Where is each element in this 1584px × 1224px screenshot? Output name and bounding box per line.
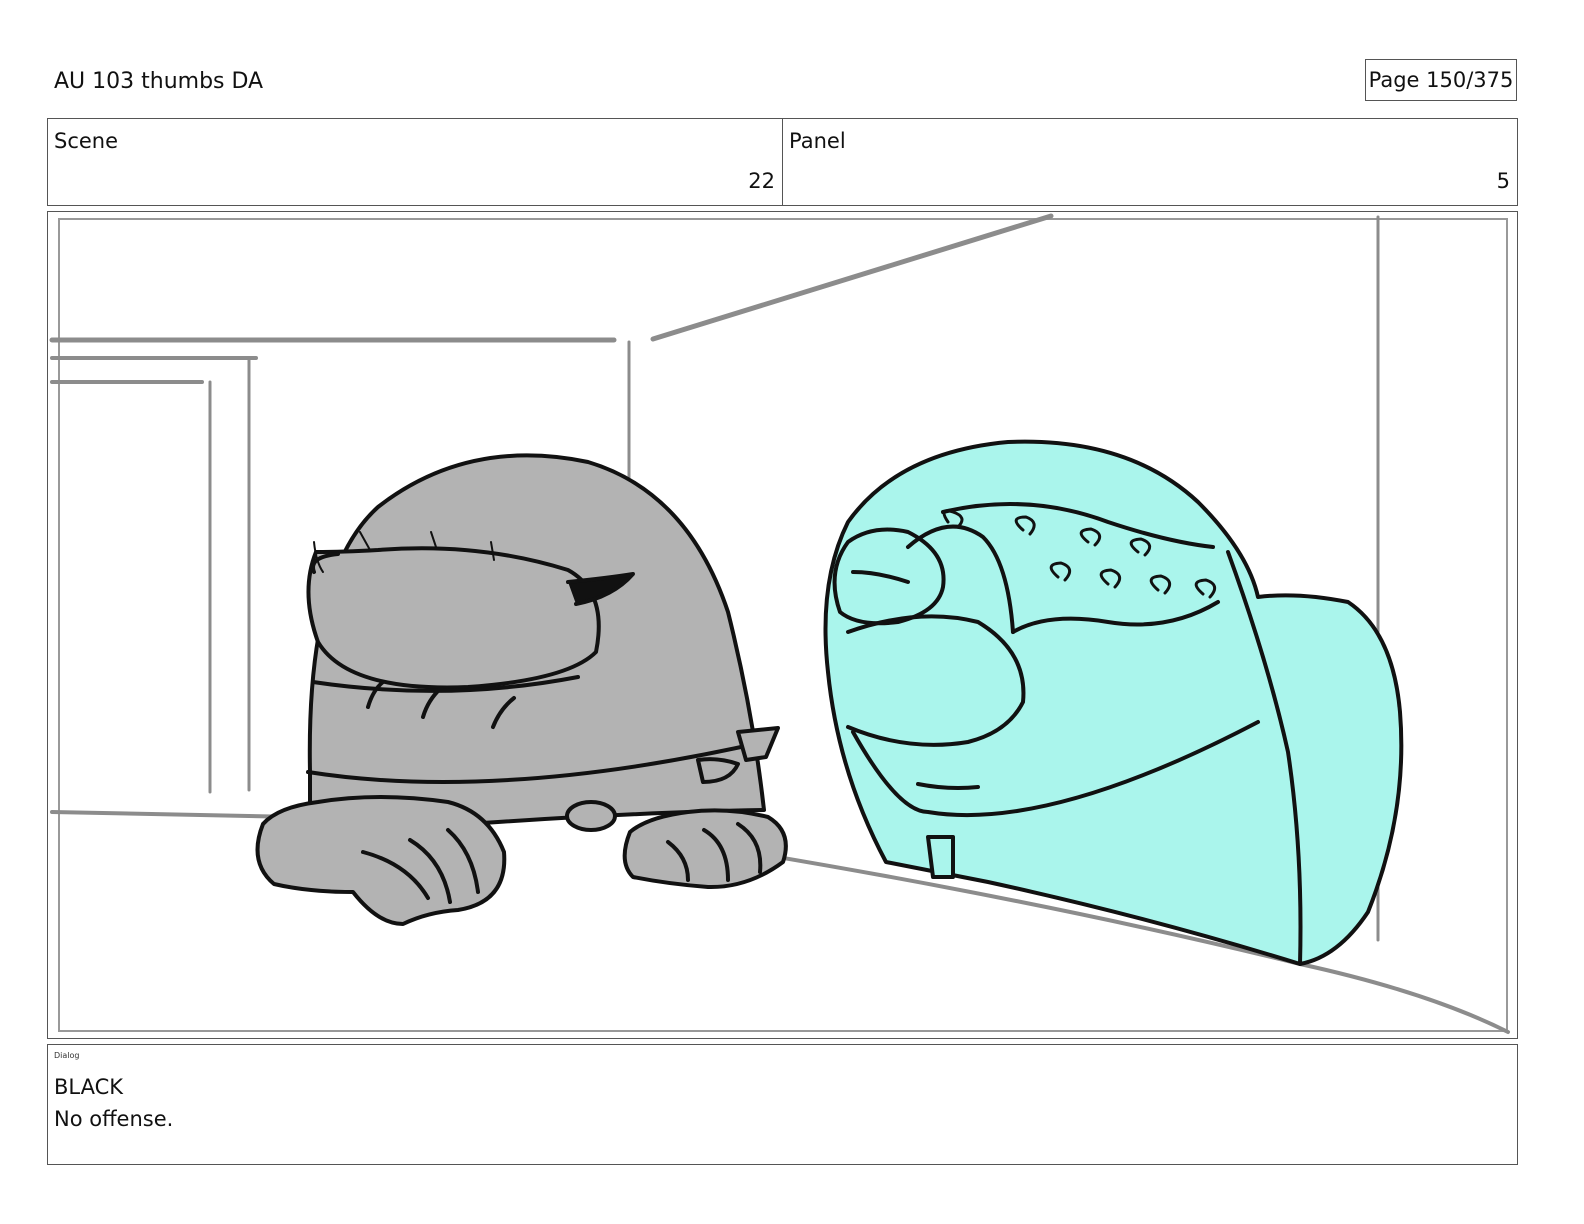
cyan-character xyxy=(823,439,1404,966)
dialog-line: No offense. xyxy=(54,1107,174,1131)
page-number-box: Page 150/375 xyxy=(1365,59,1517,101)
panel-label: Panel xyxy=(789,129,846,153)
dialog-speaker: BLACK xyxy=(54,1075,124,1099)
storyboard-drawing xyxy=(49,213,1510,1034)
document-title: AU 103 thumbs DA xyxy=(54,69,264,94)
scene-label: Scene xyxy=(54,129,119,153)
panel-number: 5 xyxy=(1496,169,1510,193)
scene-number: 22 xyxy=(748,169,775,193)
dialog-box: Dialog BLACK No offense. xyxy=(47,1044,1518,1165)
panel-cell: Panel 5 xyxy=(782,119,1517,205)
dialog-text: BLACK No offense. xyxy=(54,1071,173,1135)
scene-panel-info-row: Scene 22 Panel 5 xyxy=(47,118,1518,206)
grey-character xyxy=(255,453,788,926)
dialog-label: Dialog xyxy=(54,1051,80,1060)
storyboard-panel-image xyxy=(47,211,1518,1039)
scene-cell: Scene 22 xyxy=(48,119,782,205)
